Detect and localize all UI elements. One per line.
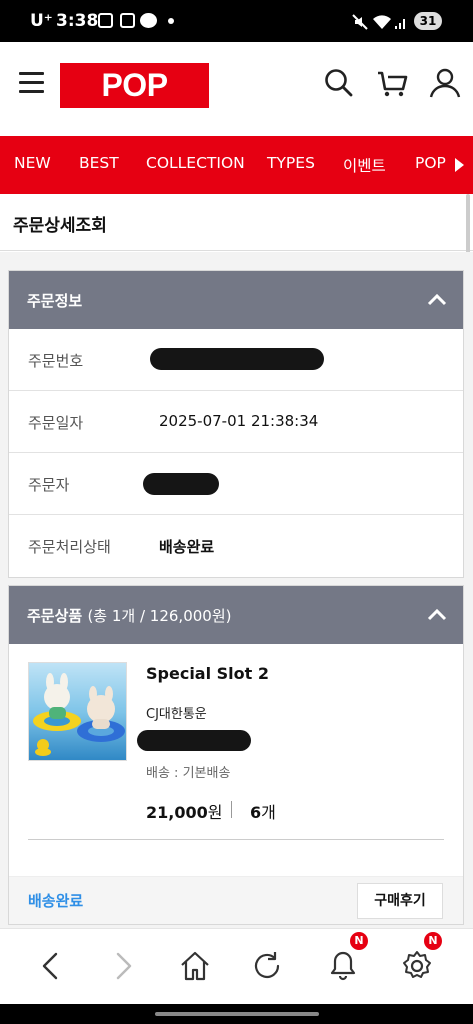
order-info-title: 주문정보	[27, 292, 83, 310]
product-quantity-value: 6	[250, 803, 262, 822]
order-items-summary: (총 1개 / 126,000원)	[87, 607, 232, 625]
orderer-label: 주문자	[28, 476, 70, 494]
order-status-label: 주문처리상태	[28, 538, 111, 556]
product-quantity-unit: 개	[261, 803, 276, 822]
order-info-panel: 주문정보 주문번호 주문일자 2025-07-01 21:38:34 주문자 주…	[8, 270, 464, 578]
settings-badge: N	[424, 932, 442, 950]
product-price-unit: 원	[207, 803, 223, 822]
order-date-label: 주문일자	[28, 414, 84, 432]
menu-icon[interactable]	[19, 72, 45, 94]
nav-item-collection[interactable]: COLLECTION	[146, 154, 245, 172]
order-date-row: 주문일자 2025-07-01 21:38:34	[9, 391, 463, 453]
page-title: 주문상세조회	[13, 216, 107, 236]
divider	[28, 839, 444, 840]
nav-item-event[interactable]: 이벤트	[343, 154, 386, 176]
order-item-footer: 배송완료 구매후기	[9, 876, 463, 924]
page-title-bar: 주문상세조회	[0, 194, 473, 251]
status-bar: U⁺ 3:38 31	[0, 0, 473, 42]
app-header: POP MART	[0, 42, 473, 148]
redacted-orderer-name	[143, 473, 219, 495]
carrier-label: U⁺	[30, 11, 53, 31]
home-gesture-handle[interactable]	[155, 1012, 319, 1016]
product-name[interactable]: Special Slot 2	[146, 664, 269, 683]
battery-level: 31	[414, 12, 442, 30]
order-status-value: 배송완료	[159, 538, 215, 556]
product-item: Special Slot 2 CJ대한통운 배송 : 기본배송 21,000원 …	[9, 644, 463, 876]
order-items-title: 주문상품	[27, 607, 83, 625]
product-price: 21,000원	[146, 799, 222, 823]
order-number-row: 주문번호	[9, 329, 463, 391]
order-items-heading: 주문상품 (총 1개 / 126,000원)	[27, 605, 231, 626]
courier-name: CJ대한통운	[146, 707, 207, 722]
mute-icon	[352, 14, 368, 30]
chevron-up-icon	[427, 608, 447, 621]
product-price-value: 21,000	[146, 803, 208, 822]
chevron-up-icon	[427, 293, 447, 306]
system-navigation-bar	[0, 1004, 473, 1024]
forward-icon[interactable]	[106, 949, 140, 983]
notification-bell-icon[interactable]	[326, 949, 360, 983]
product-quantity: 6개	[250, 799, 276, 823]
screenshot-icon	[98, 13, 113, 28]
gallery-icon	[120, 13, 135, 28]
product-thumbnail[interactable]	[28, 662, 127, 761]
account-icon[interactable]	[428, 66, 462, 100]
order-items-header[interactable]: 주문상품 (총 1개 / 126,000원)	[9, 586, 463, 644]
shipping-method: 배송 : 기본배송	[146, 766, 231, 781]
order-items-panel: 주문상품 (총 1개 / 126,000원) Special Slot 2 CJ…	[8, 585, 464, 925]
back-icon[interactable]	[34, 949, 68, 983]
notification-badge: N	[350, 932, 368, 950]
logo[interactable]: POP MART	[60, 63, 209, 148]
home-icon[interactable]	[178, 949, 212, 983]
notification-dot-icon	[168, 18, 174, 24]
category-nav: NEW BEST COLLECTION TYPES 이벤트 POP	[0, 136, 473, 194]
cart-icon[interactable]	[375, 66, 409, 100]
clock: 3:38	[56, 11, 99, 31]
signal-icon	[395, 19, 405, 29]
redacted-tracking-number	[137, 730, 251, 751]
price-qty-divider	[231, 801, 232, 818]
nav-item-types[interactable]: TYPES	[267, 154, 315, 172]
refresh-icon[interactable]	[250, 949, 284, 983]
nav-item-best[interactable]: BEST	[79, 154, 119, 172]
search-icon[interactable]	[322, 66, 356, 100]
nav-scroll-right-button[interactable]	[445, 136, 473, 194]
settings-gear-icon[interactable]	[400, 949, 434, 983]
order-status-row: 주문처리상태 배송완료	[9, 515, 463, 577]
order-info-header[interactable]: 주문정보	[9, 271, 463, 329]
nav-item-new[interactable]: NEW	[14, 154, 51, 172]
kakaotalk-icon	[140, 13, 157, 28]
redacted-order-number	[150, 348, 324, 370]
order-number-label: 주문번호	[28, 352, 84, 370]
orderer-row: 주문자	[9, 453, 463, 515]
write-review-button[interactable]: 구매후기	[357, 883, 443, 919]
browser-toolbar: N N	[0, 928, 473, 1004]
delivery-status: 배송완료	[28, 892, 84, 910]
chevron-right-icon	[455, 158, 464, 172]
wifi-icon	[373, 15, 391, 29]
order-date-value: 2025-07-01 21:38:34	[159, 412, 319, 430]
nav-item-pop[interactable]: POP	[415, 154, 446, 172]
